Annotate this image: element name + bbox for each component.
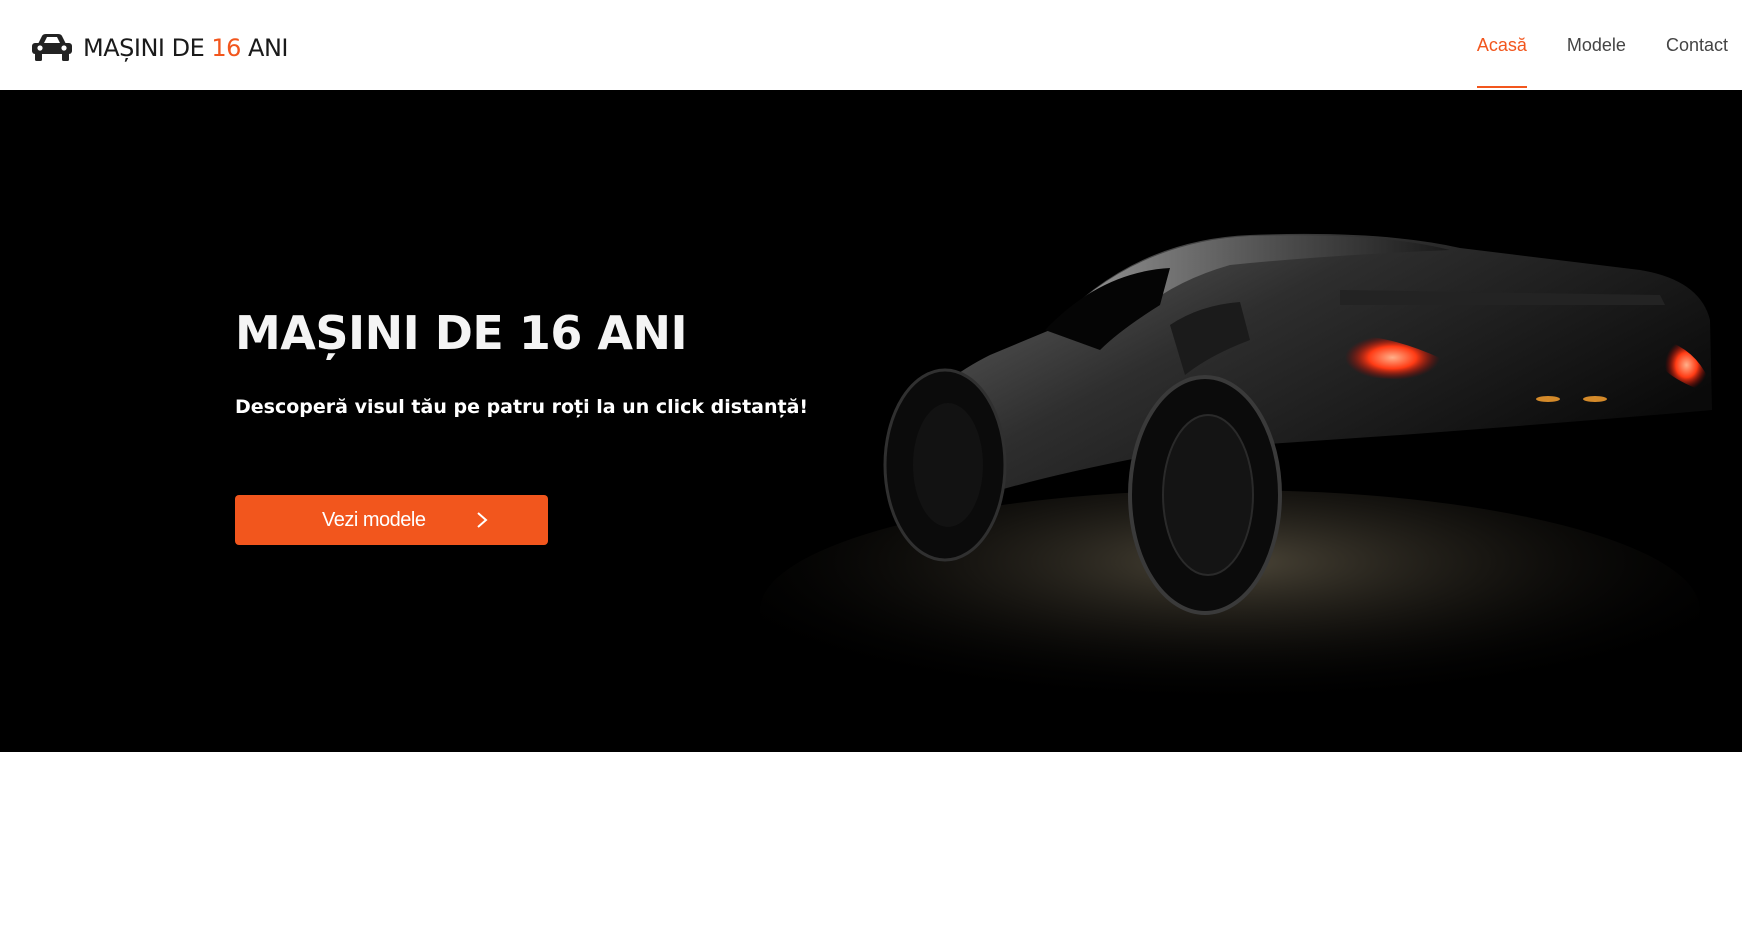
nav-item-contact[interactable]: Contact: [1666, 0, 1728, 90]
hero-subtitle: Descoperă visul tău pe patru roți la un …: [235, 396, 809, 418]
nav-item-modele[interactable]: Modele: [1567, 0, 1626, 90]
hero-title: MAȘINI DE 16 ANI: [235, 306, 688, 360]
brand-logo[interactable]: MAȘINI DE 16 ANI: [31, 28, 289, 68]
see-models-button[interactable]: Vezi modele: [235, 495, 548, 545]
page-content-area: [0, 752, 1742, 952]
nav-item-acasa[interactable]: Acasă: [1476, 0, 1527, 90]
top-navbar: MAȘINI DE 16 ANI Acasă Modele Contact: [0, 0, 1742, 90]
see-models-label: Vezi modele: [322, 509, 426, 531]
brand-accent-number: 16: [211, 34, 241, 62]
car-icon: [32, 34, 72, 61]
hero-banner: MAȘINI DE 16 ANI Descoperă visul tău pe …: [0, 90, 1742, 752]
main-nav: Acasă Modele Contact: [1476, 0, 1728, 90]
brand-name: MAȘINI DE 16 ANI: [83, 34, 289, 62]
hero-car-image: [760, 233, 1712, 730]
chevron-right-icon: [477, 512, 488, 528]
